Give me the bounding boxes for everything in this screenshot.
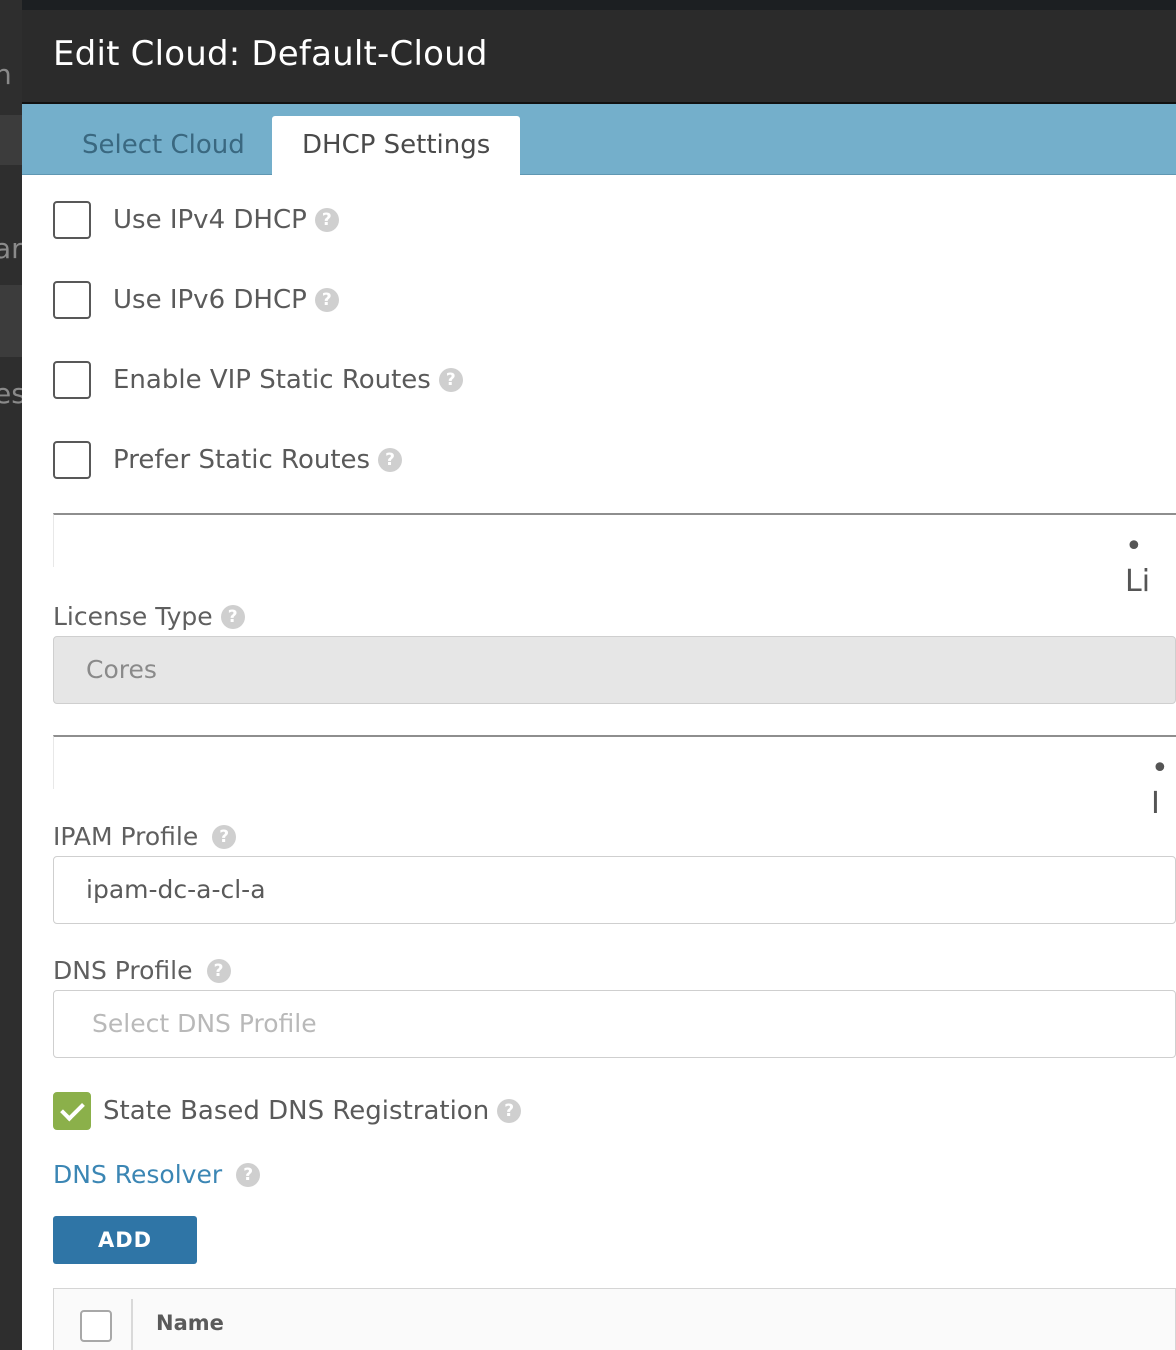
- help-icon[interactable]: ?: [314, 288, 339, 312]
- tab-bar: Select Cloud DHCP Settings: [22, 104, 1176, 175]
- use-ipv6-dhcp-label: Use IPv6 DHCP: [113, 285, 307, 315]
- state-based-dns-label: State Based DNS Registration: [103, 1096, 490, 1126]
- help-icon[interactable]: ?: [236, 1162, 261, 1187]
- ipam-profile-label: IPAM Profile ?: [53, 822, 237, 851]
- background-text: es: [0, 377, 22, 410]
- top-bar: [0, 0, 1176, 10]
- dns-profile-label: DNS Profile ?: [53, 956, 231, 985]
- help-icon[interactable]: ?: [314, 208, 339, 232]
- enable-vip-static-routes-checkbox[interactable]: [53, 361, 91, 399]
- use-ipv4-dhcp-label: Use IPv4 DHCP: [113, 205, 307, 235]
- use-ipv4-dhcp-option[interactable]: Use IPv4 DHCP ?: [53, 200, 339, 240]
- help-icon[interactable]: ?: [212, 824, 237, 849]
- modal-title: Edit Cloud: Default-Cloud: [53, 34, 488, 74]
- section-heading: • I: [1151, 751, 1169, 821]
- help-icon[interactable]: ?: [220, 604, 245, 629]
- add-dns-resolver-button[interactable]: ADD: [53, 1216, 197, 1264]
- tab-dhcp-settings[interactable]: DHCP Settings: [272, 116, 521, 175]
- dns-profile-select[interactable]: Select DNS Profile: [53, 990, 1176, 1058]
- help-icon[interactable]: ?: [438, 368, 463, 392]
- license-type-label: License Type ?: [53, 602, 245, 631]
- tab-select-cloud[interactable]: Select Cloud: [52, 116, 275, 174]
- help-icon[interactable]: ?: [206, 958, 231, 983]
- prefer-static-routes-option[interactable]: Prefer Static Routes ?: [53, 440, 403, 480]
- dns-resolver-table-header: Name: [53, 1288, 1176, 1350]
- background-band: [0, 285, 22, 357]
- dns-resolver-label: DNS Resolver: [53, 1160, 223, 1189]
- edit-cloud-modal: Edit Cloud: Default-Cloud Select Cloud D…: [22, 10, 1176, 1350]
- ipam-profile-select[interactable]: ipam-dc-a-cl-a: [53, 856, 1176, 924]
- help-icon[interactable]: ?: [497, 1099, 522, 1123]
- ipam-dns-section-divider: • I: [53, 735, 1176, 821]
- use-ipv4-dhcp-checkbox[interactable]: [53, 201, 91, 239]
- background-page: n ar es: [0, 0, 22, 1350]
- prefer-static-routes-checkbox[interactable]: [53, 441, 91, 479]
- enable-vip-static-routes-label: Enable VIP Static Routes: [113, 365, 431, 395]
- help-icon[interactable]: ?: [378, 448, 403, 472]
- license-type-field[interactable]: Cores: [53, 636, 1176, 704]
- use-ipv6-dhcp-checkbox[interactable]: [53, 281, 91, 319]
- enable-vip-static-routes-option[interactable]: Enable VIP Static Routes ?: [53, 360, 463, 400]
- background-band: [0, 115, 22, 165]
- background-text: ar: [0, 232, 22, 265]
- use-ipv6-dhcp-option[interactable]: Use IPv6 DHCP ?: [53, 280, 339, 320]
- modal-header: Edit Cloud: Default-Cloud: [22, 10, 1176, 104]
- column-divider: [131, 1299, 133, 1350]
- license-section-divider: • Li: [53, 513, 1176, 599]
- select-all-checkbox[interactable]: [80, 1310, 112, 1342]
- license-type-label-text: License Type: [53, 602, 213, 631]
- state-based-dns-checkbox[interactable]: [53, 1092, 91, 1130]
- prefer-static-routes-label: Prefer Static Routes: [113, 445, 371, 475]
- name-column-header[interactable]: Name: [156, 1311, 224, 1335]
- state-based-dns-option[interactable]: State Based DNS Registration ?: [53, 1091, 522, 1131]
- dns-resolver-heading: DNS Resolver ?: [53, 1160, 261, 1189]
- dns-profile-label-text: DNS Profile: [53, 956, 193, 985]
- ipam-profile-label-text: IPAM Profile: [53, 822, 199, 851]
- section-heading: • Li: [1125, 529, 1151, 599]
- background-text: n: [0, 58, 12, 91]
